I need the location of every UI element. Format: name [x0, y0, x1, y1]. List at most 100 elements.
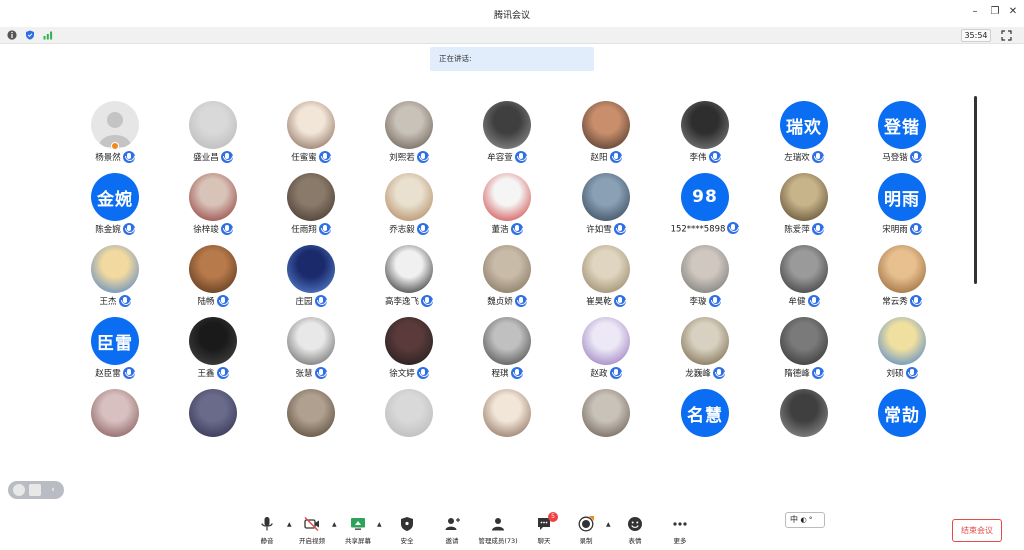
avatar-photo	[483, 173, 531, 221]
avatar-photo	[189, 101, 237, 149]
participant-tile[interactable]: 张慧	[262, 317, 360, 385]
participant-tile[interactable]: 徐梓竣	[164, 173, 262, 241]
mute-button[interactable]: 静音	[247, 516, 287, 548]
participant-name-row: 许如雪	[557, 222, 655, 236]
manage-members-button[interactable]: 管理成员(73)	[478, 516, 518, 548]
participant-tile[interactable]: 明雨 宋明雨	[853, 173, 951, 241]
security-button[interactable]: 安全	[387, 516, 427, 548]
participant-tile[interactable]: 李伟	[656, 101, 754, 169]
participant-tile[interactable]: 98 152****5898	[656, 173, 754, 241]
participant-tile[interactable]: 杨景然	[66, 101, 164, 169]
more-button[interactable]: 更多	[660, 516, 700, 548]
grid-scrollbar[interactable]	[974, 96, 977, 284]
participant-name-row: 隋德峰	[755, 366, 853, 380]
participant-tile[interactable]: 常劼	[853, 389, 951, 457]
participant-tile[interactable]: 高李逸飞	[360, 245, 458, 313]
participant-tile[interactable]: 庄园	[262, 245, 360, 313]
participant-tile[interactable]: 盛业昌	[164, 101, 262, 169]
video-caret-icon[interactable]: ▲	[332, 521, 337, 528]
participant-tile[interactable]: 任蜜蜜	[262, 101, 360, 169]
avatar-photo	[582, 101, 630, 149]
participant-tile[interactable]: 登锴 马登锴	[853, 101, 951, 169]
share-screen-button[interactable]: 共享屏幕	[338, 516, 378, 548]
participant-name-row: 董浩	[458, 222, 556, 236]
end-meeting-button[interactable]: 结束会议	[952, 519, 1002, 542]
caption-icon[interactable]	[29, 484, 41, 496]
participant-tile[interactable]: 牟容萱	[458, 101, 556, 169]
participant-tile[interactable]: 刘熙若	[360, 101, 458, 169]
participant-tile[interactable]: 许如雪	[557, 173, 655, 241]
participant-name: 魏贞娇	[487, 297, 513, 307]
ime-indicator[interactable]: 中 ◐ °	[785, 512, 825, 528]
participant-name-row: 宋明雨	[853, 222, 951, 236]
participant-tile[interactable]	[66, 389, 164, 457]
chevron-left-icon[interactable]: ‹	[47, 484, 59, 496]
participant-tile[interactable]: 崔昊乾	[557, 245, 655, 313]
avatar-photo	[91, 245, 139, 293]
participant-tile[interactable]: 隋德峰	[755, 317, 853, 385]
close-icon[interactable]: ✕	[1006, 5, 1020, 19]
signal-icon[interactable]	[43, 30, 53, 40]
participant-tile[interactable]: 乔志毅	[360, 173, 458, 241]
participant-name: 龙巍峰	[685, 369, 711, 379]
participant-tile[interactable]: 王杰	[66, 245, 164, 313]
mic-icon	[708, 294, 721, 307]
participant-tile[interactable]: 常云秀	[853, 245, 951, 313]
face-icon[interactable]	[13, 484, 25, 496]
share-caret-icon[interactable]: ▲	[377, 521, 382, 528]
participant-name-row: 崔昊乾	[557, 294, 655, 308]
participant-tile[interactable]	[458, 389, 556, 457]
emoji-button[interactable]: 表情	[615, 516, 655, 548]
participant-tile[interactable]: 程琪	[458, 317, 556, 385]
participant-name: 陆畅	[197, 297, 215, 307]
participant-tile[interactable]: 魏贞娇	[458, 245, 556, 313]
info-icon[interactable]	[7, 30, 17, 40]
participant-tile[interactable]: 赵阳	[557, 101, 655, 169]
ime-label: 中	[790, 515, 798, 524]
mic-icon	[318, 150, 331, 163]
record-button[interactable]: 录制	[566, 516, 606, 548]
participant-tile[interactable]: 臣雷 赵臣雷	[66, 317, 164, 385]
mute-caret-icon[interactable]: ▲	[287, 521, 292, 528]
participant-name-row: 牟容萱	[458, 150, 556, 164]
participant-tile[interactable]: 瑞欢 左瑞欢	[755, 101, 853, 169]
record-caret-icon[interactable]: ▲	[606, 521, 611, 528]
participant-name-row: 任雨翔	[262, 222, 360, 236]
participant-tile[interactable]: 龙巍峰	[656, 317, 754, 385]
mic-icon	[416, 150, 429, 163]
participant-tile[interactable]	[164, 389, 262, 457]
participant-tile[interactable]: 金婉 陈金婉	[66, 173, 164, 241]
participant-tile[interactable]: 王鑫	[164, 317, 262, 385]
avatar-photo	[287, 173, 335, 221]
floating-controls[interactable]: ‹	[8, 481, 64, 499]
participant-tile[interactable]: 赵政	[557, 317, 655, 385]
mic-icon	[609, 366, 622, 379]
participant-tile[interactable]: 刘硕	[853, 317, 951, 385]
participant-tile[interactable]: 陈爱萍	[755, 173, 853, 241]
participant-tile[interactable]: 董浩	[458, 173, 556, 241]
mic-icon	[122, 222, 135, 235]
participant-tile[interactable]: 任雨翔	[262, 173, 360, 241]
participant-tile[interactable]: 李璇	[656, 245, 754, 313]
avatar-photo	[287, 389, 335, 437]
avatar-photo	[483, 245, 531, 293]
video-button[interactable]: 开启视频	[292, 516, 332, 548]
participant-tile[interactable]: 徐文婷	[360, 317, 458, 385]
participant-tile[interactable]	[557, 389, 655, 457]
participant-tile[interactable]	[262, 389, 360, 457]
participant-tile[interactable]	[755, 389, 853, 457]
invite-button[interactable]: 邀请	[432, 516, 472, 548]
minimize-icon[interactable]: –	[968, 5, 982, 19]
participant-name-row: 左瑞欢	[755, 150, 853, 164]
speaking-indicator: 正在讲话:	[430, 47, 594, 71]
participant-name: 赵臣雷	[95, 369, 121, 379]
participant-tile[interactable]: 名慧	[656, 389, 754, 457]
participant-name: 常云秀	[882, 297, 908, 307]
fullscreen-icon[interactable]	[1001, 30, 1012, 41]
restore-icon[interactable]: ❐	[988, 5, 1002, 19]
participant-name: 左瑞欢	[784, 153, 810, 163]
participant-tile[interactable]: 牟健	[755, 245, 853, 313]
shield-icon[interactable]	[25, 30, 35, 40]
participant-tile[interactable]: 陆畅	[164, 245, 262, 313]
participant-tile[interactable]	[360, 389, 458, 457]
